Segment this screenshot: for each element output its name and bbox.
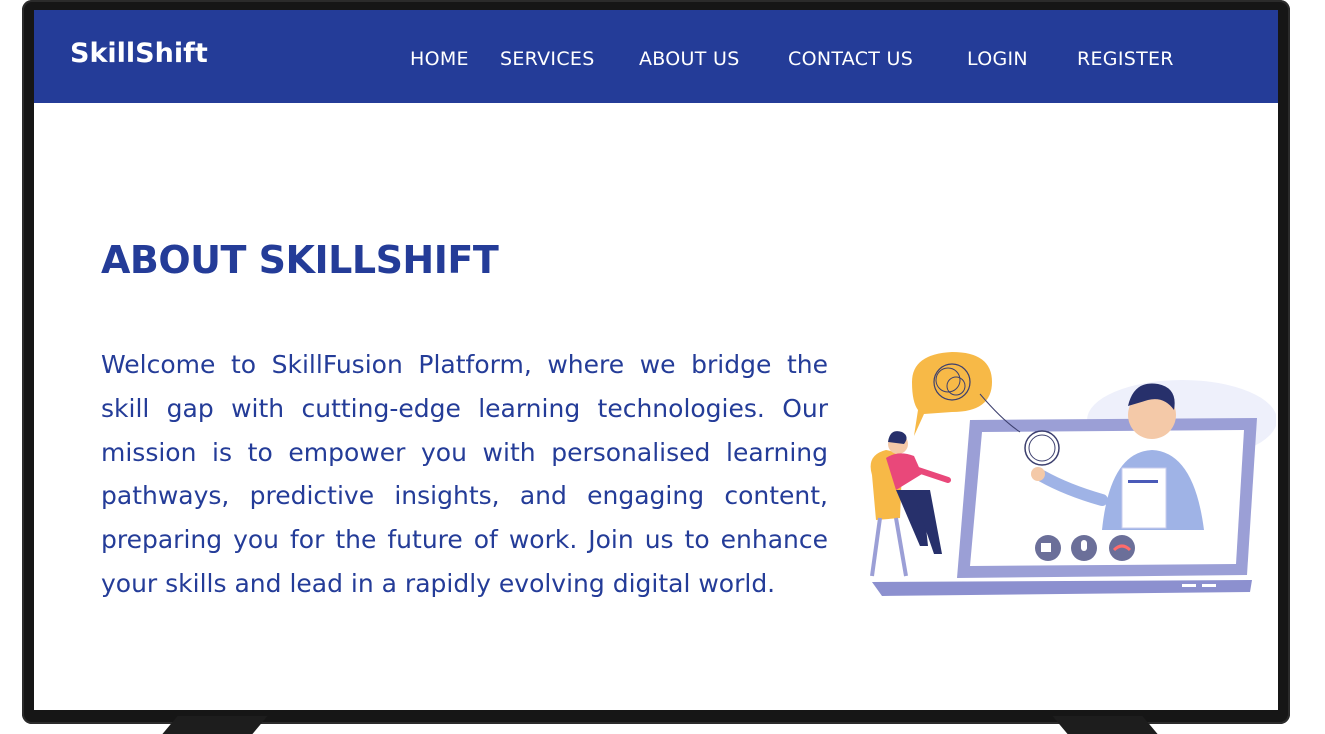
online-learning-illustration bbox=[870, 352, 1276, 596]
nav-register[interactable]: REGISTER bbox=[1077, 48, 1174, 70]
nav-login[interactable]: LOGIN bbox=[967, 48, 1028, 70]
brand-logo[interactable]: SkillShift bbox=[70, 38, 208, 69]
nav-home[interactable]: HOME bbox=[410, 48, 469, 70]
navbar: SkillShift HOME SERVICES ABOUT US CONTAC… bbox=[34, 10, 1278, 103]
monitor-stand-right bbox=[1052, 716, 1158, 734]
nav-about-us[interactable]: ABOUT US bbox=[639, 48, 740, 70]
screen: SkillShift HOME SERVICES ABOUT US CONTAC… bbox=[34, 10, 1278, 710]
hang-up-icon bbox=[1109, 535, 1135, 561]
nav-services[interactable]: SERVICES bbox=[500, 48, 595, 70]
nav-contact-us[interactable]: CONTACT US bbox=[788, 48, 913, 70]
page-title: ABOUT SKILLSHIFT bbox=[101, 238, 499, 282]
microphone-icon bbox=[1071, 535, 1097, 561]
about-description: Welcome to SkillFusion Platform, where w… bbox=[101, 350, 828, 598]
video-camera-icon bbox=[1035, 535, 1061, 561]
monitor-stand-left bbox=[162, 716, 268, 734]
